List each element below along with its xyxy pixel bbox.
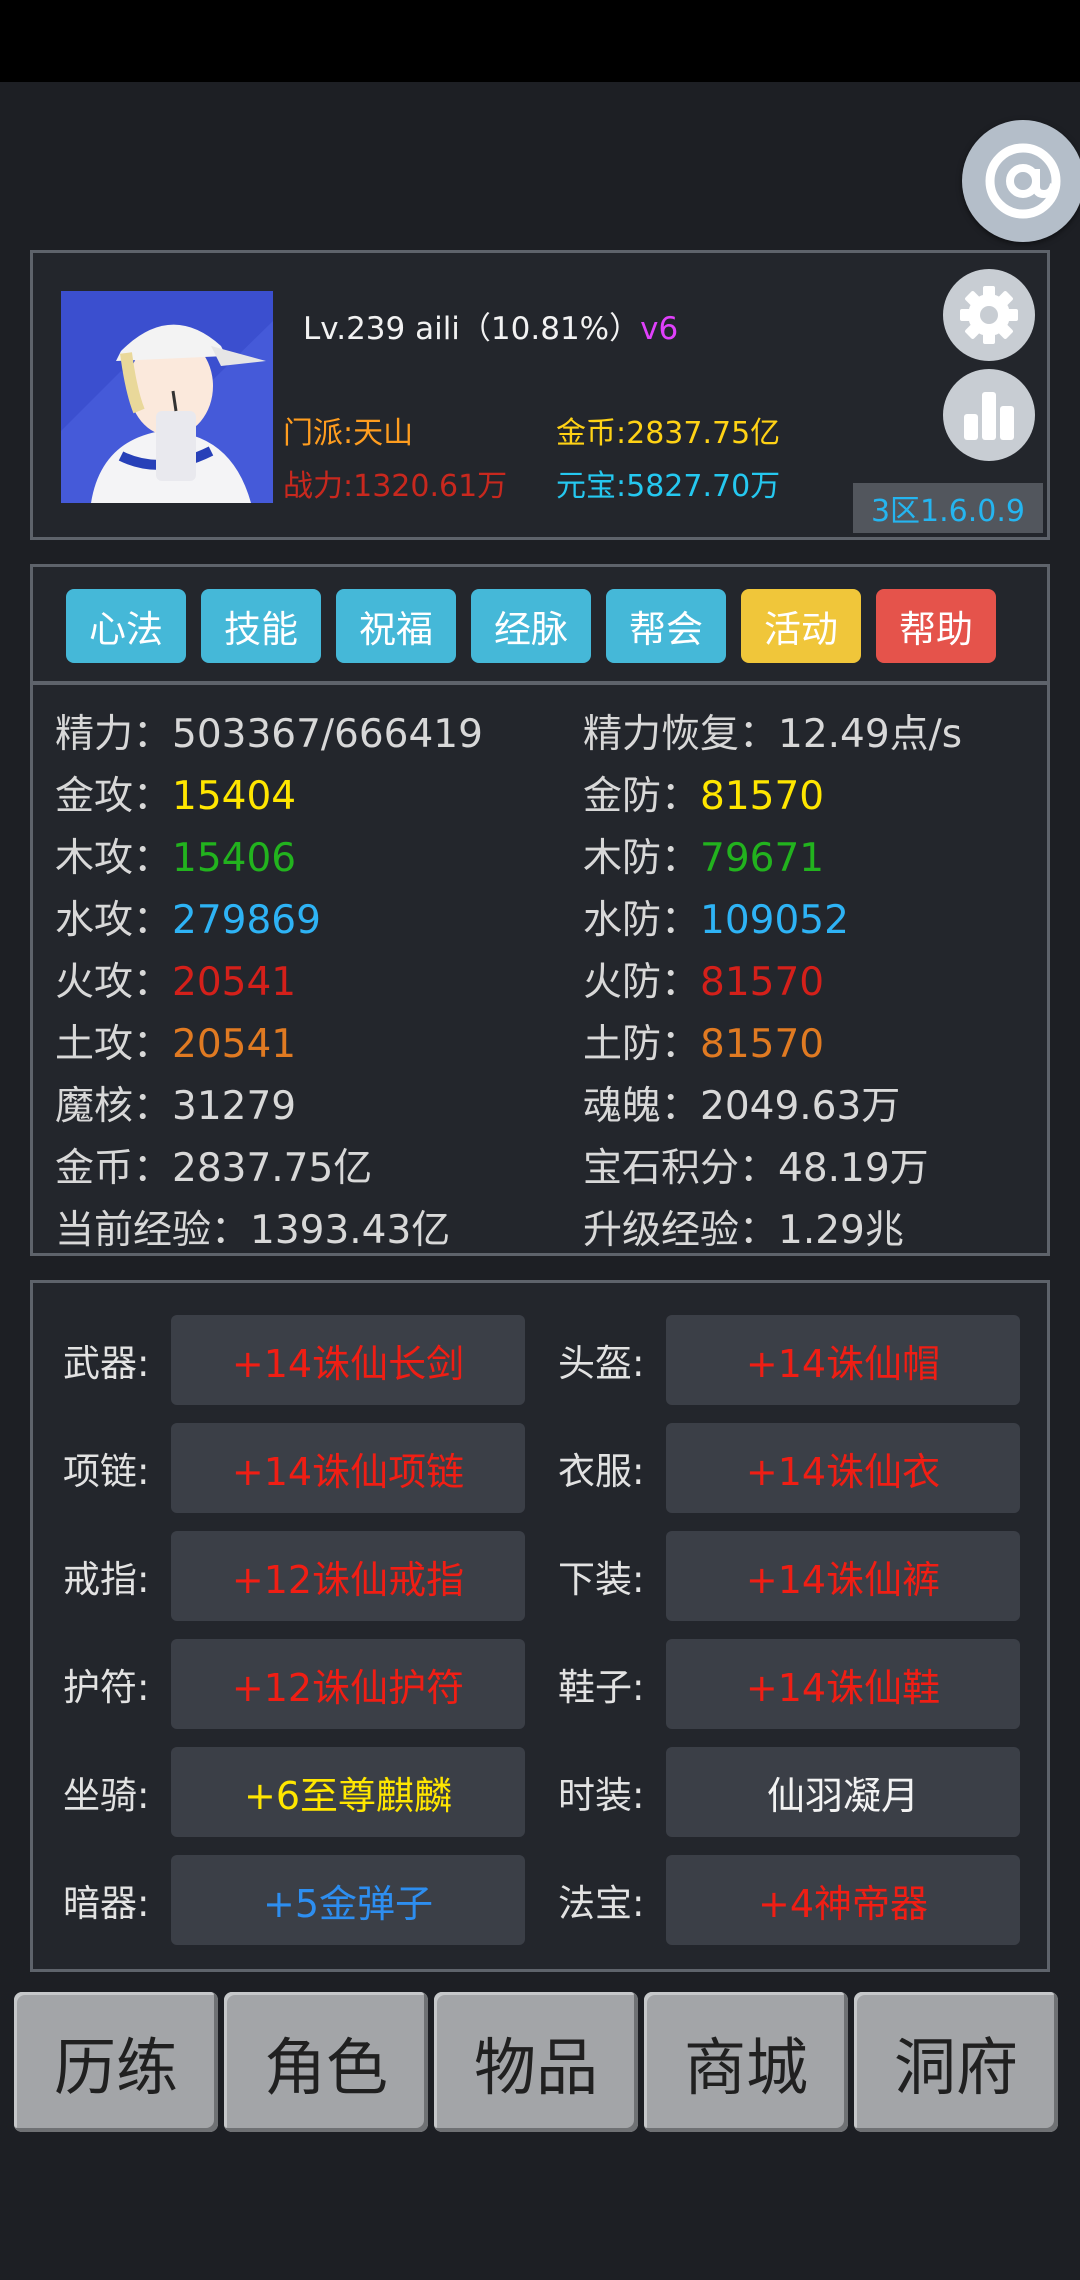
stat-energy: 精力：503367/666419 bbox=[55, 712, 483, 757]
pants-slot[interactable]: +14诛仙裤 bbox=[666, 1531, 1020, 1621]
equipment-panel: 武器: +14诛仙长剑 头盔: +14诛仙帽 项链: +14诛仙项链 衣服: +… bbox=[30, 1280, 1050, 1972]
stat-current-exp: 当前经验：1393.43亿 bbox=[55, 1208, 451, 1253]
gold-text: 金币:2837.75亿 bbox=[556, 416, 781, 451]
stat-metal-atk: 金攻：15404 bbox=[55, 774, 297, 819]
stat-core: 魔核：31279 bbox=[55, 1084, 297, 1129]
stat-wood-atk: 木攻：15406 bbox=[55, 836, 297, 881]
armor-slot[interactable]: +14诛仙衣 bbox=[666, 1423, 1020, 1513]
at-icon[interactable] bbox=[962, 120, 1080, 242]
profile-panel: Lv.239 aili（10.81%）v6 门派:天山 金币:2837.75亿 … bbox=[30, 250, 1050, 540]
weapon-label: 武器: bbox=[63, 1342, 150, 1385]
ring-label: 戒指: bbox=[63, 1558, 150, 1601]
stat-water-def: 水防：109052 bbox=[583, 898, 849, 943]
amulet-label: 护符: bbox=[63, 1666, 150, 1709]
stat-metal-def: 金防：81570 bbox=[583, 774, 825, 819]
stat-water-atk: 水攻：279869 bbox=[55, 898, 321, 943]
shoes-slot[interactable]: +14诛仙鞋 bbox=[666, 1639, 1020, 1729]
bottom-nav: 历练 角色 物品 商城 洞府 bbox=[10, 1992, 1070, 2140]
weapon-slot[interactable]: +14诛仙长剑 bbox=[171, 1315, 525, 1405]
amulet-slot[interactable]: +12诛仙护符 bbox=[171, 1639, 525, 1729]
level-line: Lv.239 aili（10.81%）v6 bbox=[303, 311, 679, 347]
treasure-slot[interactable]: +4神帝器 bbox=[666, 1855, 1020, 1945]
status-bar bbox=[0, 0, 1080, 82]
tab-help[interactable]: 帮助 bbox=[876, 589, 996, 663]
nav-items[interactable]: 物品 bbox=[434, 1992, 638, 2132]
stat-fire-def: 火防：81570 bbox=[583, 960, 825, 1005]
tab-skills[interactable]: 技能 bbox=[201, 589, 321, 663]
stat-next-exp: 升级经验：1.29兆 bbox=[583, 1208, 904, 1253]
stat-earth-def: 土防：81570 bbox=[583, 1022, 825, 1067]
stat-gem-points: 宝石积分：48.19万 bbox=[583, 1146, 929, 1191]
tab-events[interactable]: 活动 bbox=[741, 589, 861, 663]
tab-xinfa[interactable]: 心法 bbox=[66, 589, 186, 663]
hidden-weapon-label: 暗器: bbox=[63, 1882, 150, 1925]
tab-blessing[interactable]: 祝福 bbox=[336, 589, 456, 663]
stat-coin: 金币：2837.75亿 bbox=[55, 1146, 373, 1191]
mount-slot[interactable]: +6至尊麒麟 bbox=[171, 1747, 525, 1837]
stat-fire-atk: 火攻：20541 bbox=[55, 960, 297, 1005]
power-text: 战力:1320.61万 bbox=[283, 469, 508, 504]
nav-training[interactable]: 历练 bbox=[14, 1992, 218, 2132]
stat-energy-regen: 精力恢复：12.49点/s bbox=[583, 712, 963, 757]
armor-label: 衣服: bbox=[558, 1450, 645, 1493]
nav-shop[interactable]: 商城 bbox=[644, 1992, 848, 2132]
stat-wood-def: 木防：79671 bbox=[583, 836, 825, 881]
tab-meridian[interactable]: 经脉 bbox=[471, 589, 591, 663]
fashion-slot[interactable]: 仙羽凝月 bbox=[666, 1747, 1020, 1837]
hidden-weapon-slot[interactable]: +5金弹子 bbox=[171, 1855, 525, 1945]
mount-label: 坐骑: bbox=[63, 1774, 150, 1817]
necklace-label: 项链: bbox=[63, 1450, 150, 1493]
nav-character[interactable]: 角色 bbox=[224, 1992, 428, 2132]
treasure-label: 法宝: bbox=[558, 1882, 645, 1925]
shoes-label: 鞋子: bbox=[558, 1666, 645, 1709]
ring-slot[interactable]: +12诛仙戒指 bbox=[171, 1531, 525, 1621]
necklace-slot[interactable]: +14诛仙项链 bbox=[171, 1423, 525, 1513]
version-badge: 3区1.6.0.9 bbox=[853, 483, 1043, 533]
helmet-slot[interactable]: +14诛仙帽 bbox=[666, 1315, 1020, 1405]
avatar[interactable] bbox=[61, 291, 273, 503]
yuanbao-text: 元宝:5827.70万 bbox=[556, 469, 781, 504]
function-tabs: 心法 技能 祝福 经脉 帮会 活动 帮助 bbox=[30, 564, 1050, 684]
stats-panel: 精力：503367/666419 精力恢复：12.49点/s 金攻：15404 … bbox=[30, 682, 1050, 1256]
stats-chart-icon[interactable] bbox=[943, 369, 1035, 461]
tab-guild[interactable]: 帮会 bbox=[606, 589, 726, 663]
stat-soul: 魂魄：2049.63万 bbox=[583, 1084, 901, 1129]
nav-cave[interactable]: 洞府 bbox=[854, 1992, 1058, 2132]
sect-text: 门派:天山 bbox=[283, 416, 414, 451]
pants-label: 下装: bbox=[558, 1558, 645, 1601]
helmet-label: 头盔: bbox=[558, 1342, 645, 1385]
gear-icon[interactable] bbox=[943, 269, 1035, 361]
vip-badge: v6 bbox=[640, 311, 679, 347]
stat-earth-atk: 土攻：20541 bbox=[55, 1022, 297, 1067]
fashion-label: 时装: bbox=[558, 1774, 645, 1817]
